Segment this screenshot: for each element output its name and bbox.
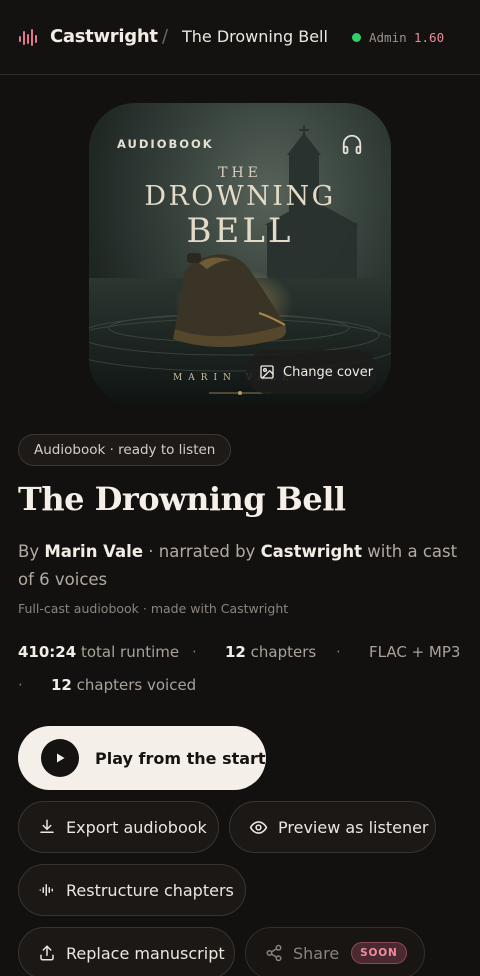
upload-icon	[40, 945, 54, 961]
cover-category-label: AUDIOBOOK	[117, 137, 214, 151]
breadcrumb-separator: /	[162, 26, 169, 47]
stat-voiced: 12 chapters voiced	[51, 676, 196, 694]
subtitle-line: Full-cast audiobook · made with Castwrig…	[18, 601, 289, 616]
stat-chapters: 12 chapters	[225, 643, 316, 661]
image-icon	[260, 365, 274, 379]
cover-title-prefix: THE	[218, 165, 262, 181]
restructure-label: Restructure chapters	[66, 880, 234, 900]
change-cover-button[interactable]: Change cover	[246, 350, 378, 394]
chapters-label: chapters	[250, 643, 317, 661]
cover-title-line-2: BELL	[186, 211, 294, 251]
restructure-chapters-button[interactable]: Restructure chapters	[18, 864, 246, 916]
page-title: The Drowning Bell	[18, 480, 346, 518]
share-label: Share	[293, 943, 340, 963]
change-cover-label: Change cover	[283, 364, 374, 380]
voiced-label: chapters voiced	[76, 676, 197, 694]
brand-name[interactable]: Castwright	[50, 26, 158, 47]
status-badge: Audiobook · ready to listen	[18, 434, 232, 466]
online-status-dot	[352, 33, 361, 42]
play-label: Play from the start	[95, 748, 266, 768]
eye-icon	[249, 820, 268, 834]
share-icon	[266, 944, 282, 962]
stat-separator: ·	[336, 643, 341, 661]
stat-runtime: 410:24 total runtime	[18, 643, 179, 661]
voiced-value: 12	[51, 676, 72, 694]
replace-label: Replace manuscript	[66, 943, 225, 963]
chapters-value: 12	[225, 643, 246, 661]
top-bar: Castwright / The Drowning Bell Admin 1.6…	[0, 0, 480, 75]
download-icon	[40, 819, 54, 833]
app-version: 1.60	[414, 30, 445, 45]
author-name: Marin Vale	[44, 542, 144, 561]
breadcrumb-book-title[interactable]: The Drowning Bell	[182, 27, 328, 46]
play-icon	[57, 753, 65, 763]
preview-label: Preview as listener	[278, 817, 429, 837]
narrator-name: Castwright	[260, 542, 362, 561]
stat-formats: FLAC + MP3	[369, 643, 461, 661]
user-role: Admin	[369, 30, 407, 45]
play-from-start-button[interactable]: Play from the start	[18, 726, 266, 790]
export-audiobook-button[interactable]: Export audiobook	[18, 801, 219, 853]
share-button[interactable]: Share SOON	[245, 927, 425, 976]
replace-manuscript-button[interactable]: Replace manuscript	[18, 927, 235, 976]
stat-separator: ·	[192, 643, 197, 661]
soon-badge: SOON	[351, 942, 407, 964]
play-icon-circle	[41, 739, 79, 777]
runtime-value: 410:24	[18, 643, 77, 661]
stat-separator: ·	[18, 676, 23, 694]
byline-narrated: · narrated by	[148, 542, 256, 561]
waveform-icon	[39, 884, 53, 896]
runtime-label: total runtime	[80, 643, 180, 661]
waveform-logo-icon[interactable]	[18, 28, 38, 48]
preview-as-listener-button[interactable]: Preview as listener	[229, 801, 436, 853]
export-label: Export audiobook	[66, 817, 207, 837]
byline: By Marin Vale · narrated by Castwright w…	[18, 538, 458, 594]
byline-by: By	[18, 542, 40, 561]
headphones-icon	[342, 134, 362, 155]
cover-title-line-1: DROWNING	[144, 181, 336, 212]
